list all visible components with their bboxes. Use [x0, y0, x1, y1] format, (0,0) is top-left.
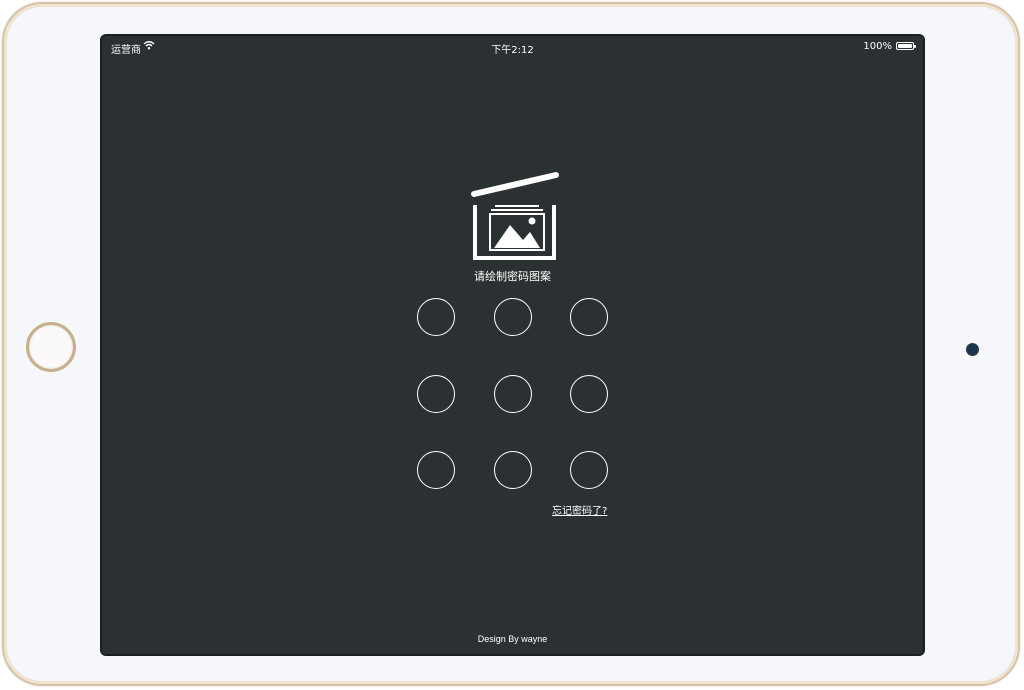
photo-box-icon [471, 172, 559, 260]
battery-percent: 100% [863, 41, 892, 52]
pattern-dot-5[interactable] [494, 375, 532, 413]
draw-pattern-prompt: 请绘制密码图案 [474, 270, 551, 283]
status-bar: 运营商 下午2:12 100% [102, 36, 923, 58]
pattern-dot-4[interactable] [417, 375, 455, 413]
pattern-dot-8[interactable] [494, 451, 532, 489]
battery-icon [896, 42, 916, 50]
footer-credit: Design By wayne [477, 634, 548, 644]
forgot-password-link[interactable]: 忘记密码了? [552, 502, 607, 517]
front-camera [967, 344, 978, 355]
pattern-dot-1[interactable] [417, 298, 455, 336]
pattern-dot-3[interactable] [570, 298, 608, 336]
lock-screen: 运营商 下午2:12 100% 请绘制密码图案 忘记密码了? Design By… [100, 34, 925, 656]
home-button[interactable] [26, 322, 76, 372]
pattern-dot-2[interactable] [494, 298, 532, 336]
pattern-dot-6[interactable] [570, 375, 608, 413]
pattern-dot-7[interactable] [417, 451, 455, 489]
pattern-dot-9[interactable] [570, 451, 608, 489]
status-time: 下午2:12 [491, 45, 534, 56]
